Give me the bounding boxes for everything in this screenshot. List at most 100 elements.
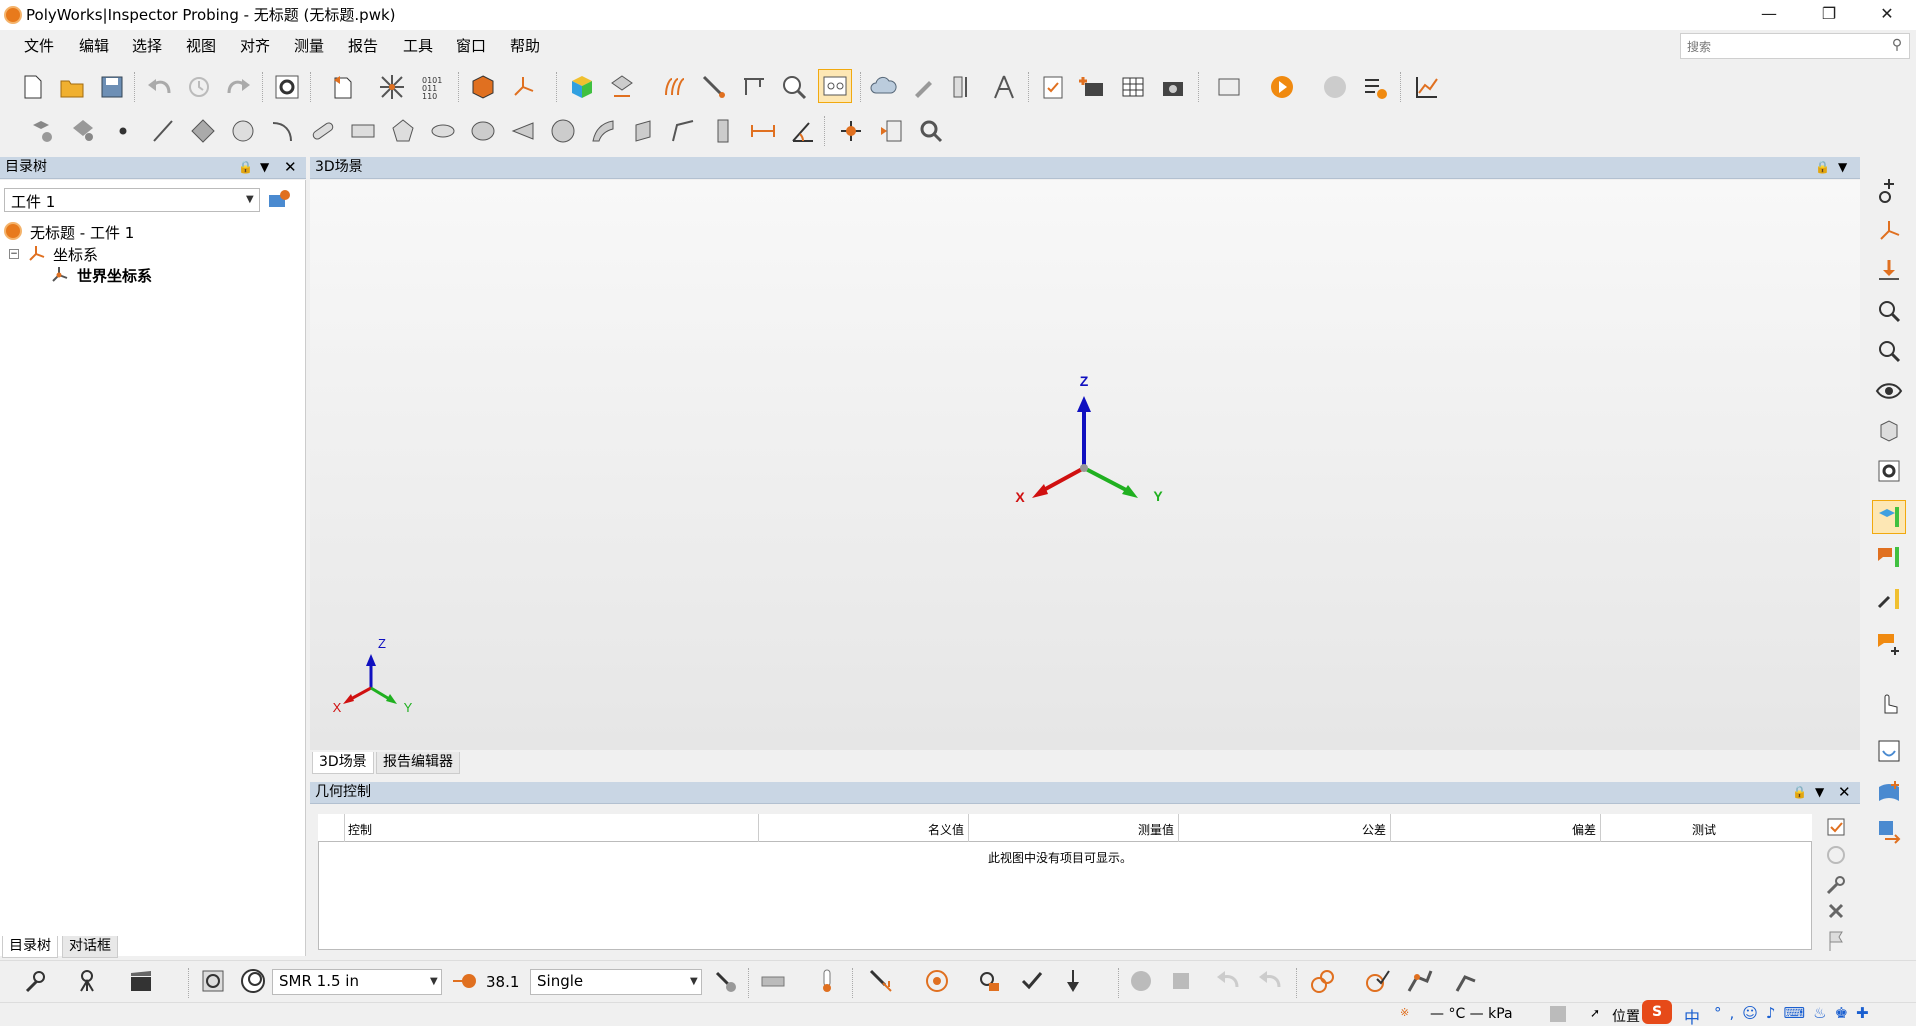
- align-box-icon[interactable]: [466, 70, 500, 104]
- home-probe-icon[interactable]: [864, 964, 898, 998]
- ime-logo-icon[interactable]: S: [1642, 1000, 1672, 1024]
- polyline-icon[interactable]: [666, 114, 700, 148]
- feature-table-icon[interactable]: [874, 114, 908, 148]
- line-icon[interactable]: [146, 114, 180, 148]
- stop-icon[interactable]: [1164, 964, 1198, 998]
- clapper-icon[interactable]: [124, 964, 158, 998]
- view-down-icon[interactable]: [1872, 254, 1906, 288]
- feature-settings-icon[interactable]: [914, 114, 948, 148]
- measure-settings-icon[interactable]: [708, 964, 742, 998]
- coord-system-icon[interactable]: [506, 70, 540, 104]
- play-sequence-icon[interactable]: [1265, 70, 1299, 104]
- arm-settings-icon[interactable]: [1450, 964, 1484, 998]
- mode-select[interactable]: Single: [530, 969, 702, 995]
- scene-menu-chevron-icon[interactable]: ▼: [1838, 160, 1847, 174]
- color-wrench-icon[interactable]: [1872, 582, 1906, 616]
- binary-data-icon[interactable]: 0101 011 110: [417, 70, 451, 104]
- undo-icon[interactable]: [142, 70, 176, 104]
- back-step-icon[interactable]: [1210, 964, 1244, 998]
- surface-icon[interactable]: [586, 114, 620, 148]
- geo-close-icon[interactable]: ✕: [1838, 783, 1851, 801]
- smr-ball-icon[interactable]: [236, 964, 270, 998]
- piece-select[interactable]: 工件 1: [4, 188, 260, 212]
- point-icon[interactable]: [106, 114, 140, 148]
- color-map-icon[interactable]: [1872, 500, 1906, 534]
- menu-report[interactable]: 报告: [348, 36, 378, 56]
- feature-plane-set-icon[interactable]: [66, 114, 100, 148]
- grid-measure-icon[interactable]: [605, 70, 639, 104]
- color-comment-icon[interactable]: [1872, 540, 1906, 574]
- sequence-list-icon[interactable]: [1358, 70, 1392, 104]
- target-device-icon[interactable]: [196, 964, 230, 998]
- restore-button[interactable]: ❐: [1800, 0, 1858, 30]
- mode-select-chevron-icon[interactable]: ▼: [690, 976, 698, 987]
- circle-icon[interactable]: [226, 114, 260, 148]
- hand-pointer-icon[interactable]: [1872, 686, 1906, 720]
- geo-menu-chevron-icon[interactable]: ▼: [1815, 785, 1824, 799]
- polygon-icon[interactable]: [386, 114, 420, 148]
- cloud-icon[interactable]: [867, 70, 901, 104]
- col-control[interactable]: 控制: [348, 821, 372, 838]
- angle-icon[interactable]: [786, 114, 820, 148]
- col-tolerance[interactable]: 公差: [1362, 821, 1386, 838]
- checklist-icon[interactable]: [1036, 70, 1070, 104]
- menu-align[interactable]: 对齐: [240, 36, 270, 56]
- tree-close-icon[interactable]: ✕: [284, 158, 297, 176]
- menu-window[interactable]: 窗口: [456, 36, 486, 56]
- menu-file[interactable]: 文件: [24, 36, 54, 56]
- zoom-hand-icon[interactable]: [1872, 334, 1906, 368]
- targets-group-icon[interactable]: [1306, 964, 1340, 998]
- arm-device-icon[interactable]: [1402, 964, 1436, 998]
- geo-delete-icon[interactable]: [1822, 898, 1850, 924]
- tab-tree[interactable]: 目录树: [2, 936, 58, 958]
- options-gear-icon[interactable]: [270, 70, 304, 104]
- menu-edit[interactable]: 编辑: [79, 36, 109, 56]
- close-window-button[interactable]: ✕: [1858, 0, 1916, 30]
- rectangle-icon[interactable]: [346, 114, 380, 148]
- undo-history-icon[interactable]: [182, 70, 216, 104]
- scan-icon[interactable]: [657, 70, 691, 104]
- thermometer-icon[interactable]: [810, 964, 844, 998]
- col-deviation[interactable]: 偏差: [1572, 821, 1596, 838]
- zoom-fit-icon[interactable]: [1872, 294, 1906, 328]
- piece-select-chevron-icon[interactable]: ▼: [246, 194, 254, 205]
- distance-icon[interactable]: [746, 114, 780, 148]
- probe-device-icon[interactable]: [18, 964, 52, 998]
- report-export-icon[interactable]: [1212, 70, 1246, 104]
- surface-add-icon[interactable]: [1872, 774, 1906, 808]
- redo-icon[interactable]: [222, 70, 256, 104]
- col-test[interactable]: 测试: [1692, 821, 1716, 838]
- feature-probe-icon[interactable]: [834, 114, 868, 148]
- star-probe-icon[interactable]: [375, 70, 409, 104]
- search-icon[interactable]: ⚲: [1888, 37, 1906, 55]
- tab-report-editor[interactable]: 报告编辑器: [376, 752, 460, 774]
- tree-menu-chevron-icon[interactable]: ▼: [260, 160, 269, 174]
- menu-select[interactable]: 选择: [132, 36, 162, 56]
- probe-tripod-icon[interactable]: [70, 964, 104, 998]
- scene-pin-icon[interactable]: 🔒: [1815, 160, 1830, 174]
- shape-view-icon[interactable]: [1872, 734, 1906, 768]
- geo-check-icon[interactable]: [1822, 814, 1850, 840]
- stop-hand-icon[interactable]: [1318, 70, 1352, 104]
- section-cube-icon[interactable]: [1872, 414, 1906, 448]
- geo-flag-icon[interactable]: [1822, 928, 1850, 954]
- pan-zoom-icon[interactable]: [1872, 174, 1906, 208]
- point-cloud-icon[interactable]: [706, 114, 740, 148]
- target-tool-icon[interactable]: [920, 964, 954, 998]
- ime-tray-icons[interactable]: °,☺♪⌨♨♚✚: [1714, 1004, 1894, 1024]
- geo-pin-icon[interactable]: 🔒: [1792, 785, 1807, 799]
- color-cube-icon[interactable]: [565, 70, 599, 104]
- camera-icon[interactable]: [1156, 70, 1190, 104]
- ruler-icon[interactable]: [947, 70, 981, 104]
- menu-view[interactable]: 视图: [186, 36, 216, 56]
- callout-icon[interactable]: [1872, 626, 1906, 660]
- minimize-button[interactable]: —: [1740, 0, 1798, 30]
- caliper-icon[interactable]: [737, 70, 771, 104]
- graph-icon[interactable]: [1410, 70, 1444, 104]
- rotate-axis-icon[interactable]: [1872, 214, 1906, 248]
- sphere-icon[interactable]: [546, 114, 580, 148]
- tree-root-item[interactable]: 无标题 - 工件 1: [30, 222, 134, 243]
- feature-multi-icon[interactable]: [26, 114, 60, 148]
- probe-select-chevron-icon[interactable]: ▼: [430, 976, 438, 987]
- plumb-icon[interactable]: [1056, 964, 1090, 998]
